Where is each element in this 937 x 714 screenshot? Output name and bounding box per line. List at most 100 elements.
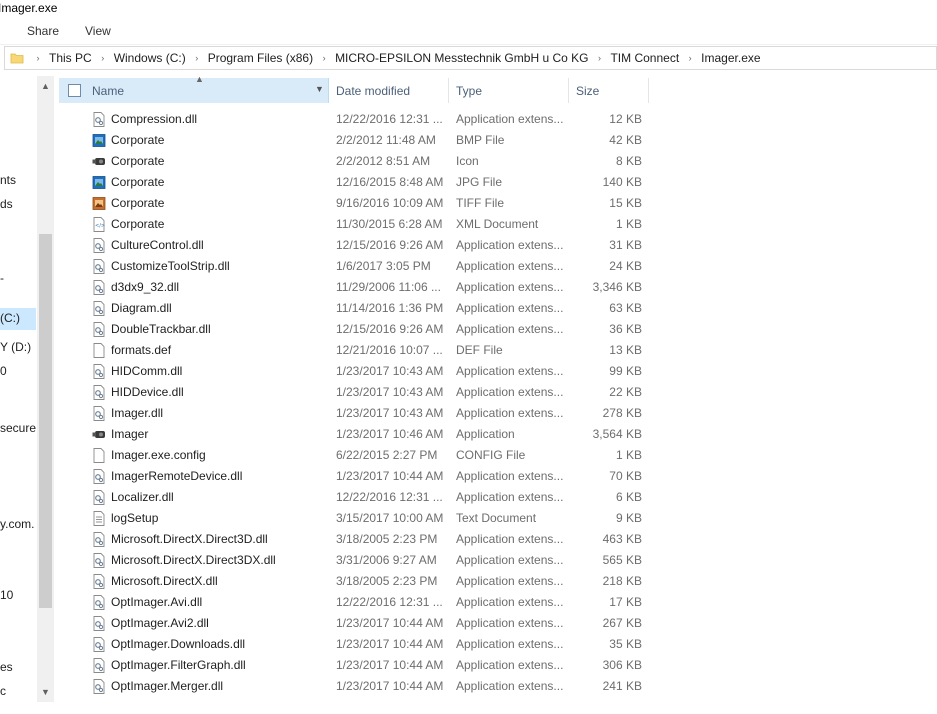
- chevron-right-icon[interactable]: ›: [190, 53, 204, 63]
- file-date-modified: 1/23/2017 10:43 AM: [336, 364, 444, 378]
- file-type: DEF File: [456, 343, 503, 357]
- breadcrumb-item[interactable]: Imager.exe: [697, 51, 764, 65]
- chevron-right-icon[interactable]: ›: [31, 53, 45, 63]
- file-row[interactable]: OptImager.FilterGraph.dll 1/23/2017 10:44…: [59, 655, 649, 676]
- file-date-modified: 2/2/2012 8:51 AM: [336, 154, 431, 168]
- file-row[interactable]: CustomizeToolStrip.dll 1/6/2017 3:05 PM Ap…: [59, 256, 649, 277]
- chevron-right-icon[interactable]: ›: [683, 53, 697, 63]
- select-all-checkbox[interactable]: [68, 84, 81, 97]
- file-icon: [93, 343, 105, 358]
- breadcrumb-item[interactable]: MICRO-EPSILON Messtechnik GmbH u Co KG: [331, 51, 592, 65]
- file-size: 13 KB: [609, 343, 642, 357]
- file-row[interactable]: Corporate 2/2/2012 11:48 AM BMP File 42 KB: [59, 130, 649, 151]
- file-size: 9 KB: [615, 511, 642, 525]
- file-name: OptImager.Avi.dll: [111, 595, 203, 609]
- nav-item[interactable]: (C:): [0, 308, 36, 330]
- tab-share[interactable]: Share: [27, 24, 59, 38]
- file-row[interactable]: Imager 1/23/2017 10:46 AM Application 3,564…: [59, 424, 649, 445]
- chevron-right-icon[interactable]: ›: [96, 53, 110, 63]
- file-row[interactable]: Compression.dll 12/22/2016 12:31 ... Appli…: [59, 109, 649, 130]
- file-row[interactable]: d3dx9_32.dll 11/29/2006 11:06 ... Applicat…: [59, 277, 649, 298]
- file-name: Corporate: [111, 133, 165, 147]
- file-date-modified: 11/30/2015 6:28 AM: [336, 217, 443, 231]
- file-row[interactable]: Microsoft.DirectX.Direct3D.dll 3/18/2005 …: [59, 529, 649, 550]
- file-row[interactable]: OptImager.Merger.dll 1/23/2017 10:44 AM Ap…: [59, 676, 649, 697]
- breadcrumb-item[interactable]: This PC: [45, 51, 96, 65]
- chevron-right-icon[interactable]: ›: [317, 53, 331, 63]
- file-row[interactable]: OptImager.Downloads.dll 1/23/2017 10:44 A…: [59, 634, 649, 655]
- column-header-row: Name ▲ ▼ Date modified Type Size: [59, 74, 649, 104]
- file-row[interactable]: Imager.dll 1/23/2017 10:43 AM Application …: [59, 403, 649, 424]
- column-header-date[interactable]: Date modified: [329, 78, 449, 103]
- scrollbar-thumb[interactable]: [39, 234, 52, 608]
- camera-icon: [92, 158, 105, 165]
- file-date-modified: 12/22/2016 12:31 ...: [336, 595, 443, 609]
- file-name: OptImager.Downloads.dll: [111, 637, 246, 651]
- file-name: formats.def: [111, 343, 172, 357]
- file-row[interactable]: OptImager.Avi.dll 12/22/2016 12:31 ... App…: [59, 592, 649, 613]
- file-date-modified: 12/16/2015 8:48 AM: [336, 175, 444, 189]
- file-date-modified: 3/18/2005 2:23 PM: [336, 532, 438, 546]
- ribbon-tabs: Share View: [0, 18, 937, 45]
- file-type: Application extens...: [456, 322, 564, 336]
- file-row[interactable]: CultureControl.dll 12/15/2016 9:26 AM Appl…: [59, 235, 649, 256]
- file-name: Corporate: [111, 175, 165, 189]
- breadcrumb-item[interactable]: Windows (C:): [110, 51, 190, 65]
- file-type: Application: [456, 427, 515, 441]
- file-date-modified: 2/2/2012 11:48 AM: [336, 133, 436, 147]
- file-row[interactable]: Corporate 12/16/2015 8:48 AM JPG File 140 K…: [59, 172, 649, 193]
- column-header-size[interactable]: Size: [569, 78, 649, 103]
- dll-icon: [93, 364, 105, 379]
- image-icon: [92, 134, 106, 147]
- column-name-label: Name: [92, 84, 125, 98]
- file-type: Application extens...: [456, 112, 564, 126]
- nav-item-label: Y (D:): [0, 340, 32, 354]
- file-row[interactable]: Corporate 2/2/2012 8:51 AM Icon 8 KB: [59, 151, 649, 172]
- file-size: 3,564 KB: [592, 427, 642, 441]
- file-size: 12 KB: [609, 112, 642, 126]
- file-row[interactable]: Microsoft.DirectX.dll 3/18/2005 2:23 PM Ap…: [59, 571, 649, 592]
- file-row[interactable]: OptImager.Avi2.dll 1/23/2017 10:44 AM Appl…: [59, 613, 649, 634]
- file-row[interactable]: ImagerRemoteDevice.dll 1/23/2017 10:44 AM…: [59, 466, 649, 487]
- file-row[interactable]: Corporate 9/16/2016 10:09 AM TIFF File 15 K…: [59, 193, 649, 214]
- breadcrumb-item[interactable]: Program Files (x86): [204, 51, 317, 65]
- dll-icon: [93, 490, 105, 505]
- file-type: BMP File: [456, 133, 505, 147]
- file-size: 22 KB: [609, 385, 642, 399]
- file-row[interactable]: Diagram.dll 11/14/2016 1:36 PM Application…: [59, 298, 649, 319]
- breadcrumb-item[interactable]: TIM Connect: [606, 51, 683, 65]
- tiff-icon: [92, 197, 106, 210]
- file-row[interactable]: Localizer.dll 12/22/2016 12:31 ... Applica…: [59, 487, 649, 508]
- tab-view[interactable]: View: [85, 24, 111, 38]
- file-size: 218 KB: [602, 574, 642, 588]
- file-type: Application extens...: [456, 553, 564, 567]
- scroll-up-icon[interactable]: ▲: [41, 82, 50, 91]
- chevron-right-icon[interactable]: ›: [592, 53, 606, 63]
- address-bar[interactable]: › This PC › Windows (C:) › Program Files (x86…: [4, 46, 937, 70]
- file-name: logSetup: [111, 511, 159, 525]
- file-name: Microsoft.DirectX.Direct3DX.dll: [111, 553, 276, 567]
- file-name: OptImager.Avi2.dll: [111, 616, 209, 630]
- file-name: OptImager.FilterGraph.dll: [111, 658, 246, 672]
- file-size: 63 KB: [609, 301, 642, 315]
- file-date-modified: 3/15/2017 10:00 AM: [336, 511, 444, 525]
- file-size: 565 KB: [602, 553, 642, 567]
- nav-scrollbar[interactable]: ▲ ▼: [37, 76, 54, 702]
- file-date-modified: 1/23/2017 10:46 AM: [336, 427, 444, 441]
- scroll-down-icon[interactable]: ▼: [41, 688, 50, 697]
- column-header-name[interactable]: Name ▲ ▼: [59, 74, 329, 103]
- file-row[interactable]: HIDDevice.dll 1/23/2017 10:43 AM Applicati…: [59, 382, 649, 403]
- file-type: Application extens...: [456, 574, 564, 588]
- file-name: Microsoft.DirectX.Direct3D.dll: [111, 532, 268, 546]
- chevron-down-icon[interactable]: ▼: [315, 84, 324, 94]
- column-header-type[interactable]: Type: [449, 78, 569, 103]
- nav-item-label: y.com.: [0, 517, 35, 531]
- file-row[interactable]: formats.def 12/21/2016 10:07 ... DEF File 1…: [59, 340, 649, 361]
- file-row[interactable]: HIDComm.dll 1/23/2017 10:43 AM Application…: [59, 361, 649, 382]
- file-row[interactable]: Microsoft.DirectX.Direct3DX.dll 3/31/2006…: [59, 550, 649, 571]
- file-row[interactable]: Imager.exe.config 6/22/2015 2:27 PM CONFIG…: [59, 445, 649, 466]
- nav-item-label: es: [0, 660, 13, 674]
- file-row[interactable]: DoubleTrackbar.dll 12/15/2016 9:26 AM Appl…: [59, 319, 649, 340]
- file-row[interactable]: </> Corporate 11/30/2015 6:28 AM XML Docume…: [59, 214, 649, 235]
- file-row[interactable]: logSetup 3/15/2017 10:00 AM Text Document 9…: [59, 508, 649, 529]
